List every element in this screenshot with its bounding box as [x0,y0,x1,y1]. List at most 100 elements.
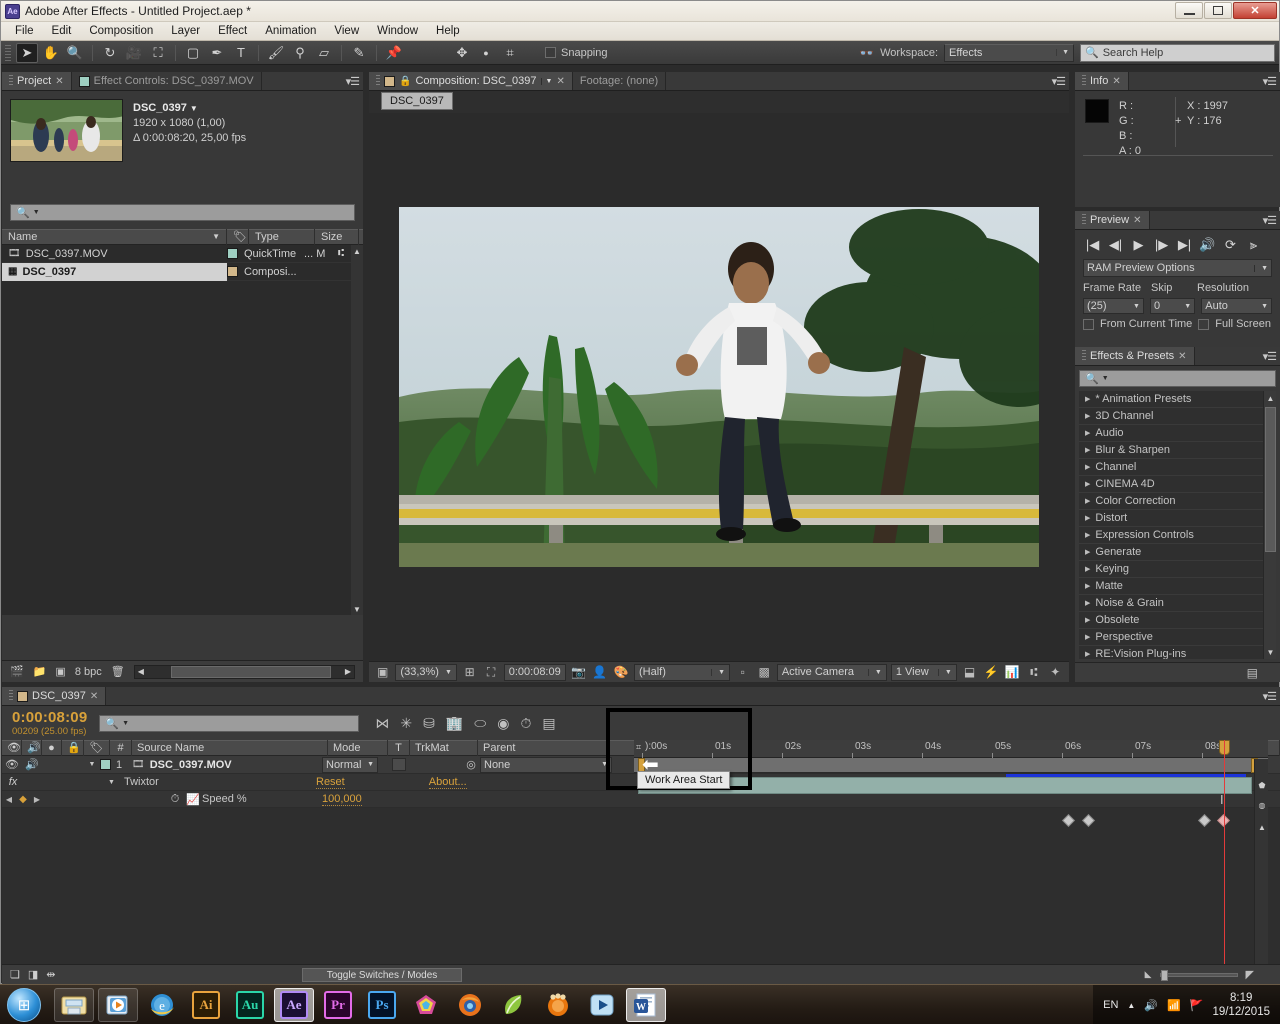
panel-menu-icon[interactable]: ▾☰ [346,75,359,88]
snapping-option[interactable]: Snapping [545,47,608,59]
first-frame-icon[interactable]: |◀ [1083,236,1102,253]
layer-source[interactable]: 🎞 DSC_0397.MOV [132,759,322,771]
menu-window[interactable]: Window [369,23,426,39]
layer-trkmat-box[interactable] [392,758,406,771]
ram-preview-icon[interactable]: ⫸ [1244,236,1263,253]
project-vertical-scrollbar[interactable]: ▲ ▼ [351,245,363,615]
taskbar-video-player[interactable] [582,988,622,1022]
language-indicator[interactable]: EN [1103,999,1118,1011]
close-icon[interactable]: ✕ [1112,76,1120,87]
choose-grid-icon[interactable]: ⊞ [461,664,478,681]
composition-viewer[interactable] [369,113,1069,661]
list-item[interactable]: ▶Generate [1079,544,1276,561]
taskbar-adobe-illustrator[interactable]: Ai [186,988,226,1022]
shy-layers-icon[interactable]: ⏱ [520,715,531,732]
list-item[interactable]: ▶Blur & Sharpen [1079,442,1276,459]
keyframe-marker[interactable] [1082,814,1095,827]
pan-behind-tool-icon[interactable]: ⛶ [147,43,169,63]
motion-blur-switch-icon[interactable]: ◍ [1256,799,1268,812]
region-of-interest-icon[interactable]: ⛶ [482,664,499,681]
pen-tool-icon[interactable]: ✒ [206,43,228,63]
list-item[interactable]: ▶Keying [1079,561,1276,578]
panel-menu-icon[interactable]: ▾☰ [1052,75,1065,88]
graph-icon[interactable]: 📈 [184,793,202,806]
play-icon[interactable]: ▶ [1129,236,1148,253]
list-item[interactable]: ▶RE:Vision Plug-ins [1079,646,1276,659]
breadcrumb-chip[interactable]: DSC_0397 [381,92,453,110]
tab-effects-presets[interactable]: Effects & Presets ✕ [1075,347,1195,365]
list-item[interactable]: ▶Noise & Grain [1079,595,1276,612]
list-item[interactable]: ▶Color Correction [1079,493,1276,510]
scroll-up-icon[interactable]: ▲ [1256,821,1268,834]
chevron-right-icon[interactable]: ▶ [1085,599,1090,607]
list-item[interactable]: ▶Perspective [1079,629,1276,646]
close-icon[interactable]: ✕ [90,691,98,702]
type-tool-icon[interactable]: T [230,43,252,63]
close-icon[interactable]: ✕ [55,76,63,87]
menu-view[interactable]: View [326,23,367,39]
eraser-tool-icon[interactable]: ▱ [313,43,335,63]
layer-audio-toggle-icon[interactable]: 🔊 [22,758,42,771]
live-update-icon[interactable]: ◉ [497,715,509,732]
project-row-name-cell[interactable]: 🎞 DSC_0397.MOV [2,245,227,263]
table-row[interactable]: ▦ DSC_0397 Composi... [2,263,363,281]
chevron-right-icon[interactable]: ▶ [1085,497,1090,505]
network-icon[interactable]: 📶 [1167,999,1181,1012]
panel-menu-icon[interactable]: ▾☰ [1263,75,1276,88]
taskbar-adobe-premiere[interactable]: Pr [318,988,358,1022]
expand-layer-icon[interactable]: ▼ [84,761,100,768]
viewer-timecode[interactable]: 0:00:08:09 [504,664,566,681]
chevron-down-icon[interactable]: ▼ [190,104,198,113]
audio-icon[interactable]: 🔊 [22,740,42,756]
effect-about-link[interactable]: About... [429,776,467,789]
resolution-select[interactable]: (Half) ▼ [634,664,730,681]
taskbar-kmplayer[interactable] [494,988,534,1022]
chevron-right-icon[interactable]: ▶ [1085,395,1090,403]
chevron-right-icon[interactable]: ▶ [1085,616,1090,624]
taskbar-windows-explorer[interactable] [54,988,94,1022]
column-name[interactable]: Name▼ [2,229,227,245]
scroll-up-icon[interactable]: ▲ [1264,391,1276,405]
chevron-right-icon[interactable]: ▶ [1085,514,1090,522]
chevron-right-icon[interactable]: ▶ [1085,463,1090,471]
camera-tool-icon[interactable]: 🎥 [123,43,145,63]
snapping-toggle-icon[interactable]: ⌗ [499,43,521,63]
menu-edit[interactable]: Edit [44,23,80,39]
brush-tool-icon[interactable]: 🖌 [265,43,287,63]
panel-menu-icon[interactable]: ▾☰ [1263,350,1276,363]
show-hidden-icons-arrow[interactable]: ▲ [1127,1001,1135,1010]
keyframe-marker[interactable] [1198,814,1211,827]
menu-animation[interactable]: Animation [257,23,324,39]
effects-category-list[interactable]: ▶* Animation Presets ▶3D Channel ▶Audio … [1079,391,1276,659]
chevron-right-icon[interactable]: ▶ [1085,650,1090,658]
layer-label-swatch[interactable] [100,759,111,770]
chevron-down-icon[interactable]: ▼ [541,78,553,85]
label-swatch[interactable] [227,266,238,277]
keyframe-marker[interactable] [1062,814,1075,827]
timeline-search-input[interactable]: 🔍 ▼ [99,715,359,732]
chevron-right-icon[interactable]: ▶ [1085,412,1090,420]
list-item[interactable]: ▶Channel [1079,459,1276,476]
next-frame-icon[interactable]: |▶ [1152,236,1171,253]
property-value[interactable]: 100,000 [322,793,362,806]
project-settings-icon[interactable]: ▣ [55,665,65,678]
lock-icon[interactable]: 🔒 [399,76,411,87]
resolution-select[interactable]: Auto ▼ [1201,298,1272,314]
fx-icon[interactable]: fx [2,776,24,788]
keyframe-track[interactable] [634,812,1268,832]
close-icon[interactable]: ✕ [1133,215,1141,226]
chevron-right-icon[interactable]: ▶ [1085,480,1090,488]
show-snapshot-icon[interactable]: 👤 [591,664,608,681]
label-swatch[interactable] [227,248,238,259]
show-channel-icon[interactable]: 🎨 [613,664,630,681]
puppet-pin-tool-icon[interactable]: 📌 [383,43,405,63]
shape-tool-icon[interactable]: ▢ [182,43,204,63]
scroll-down-icon[interactable]: ▼ [1264,645,1276,659]
minimize-button[interactable] [1175,2,1203,19]
dropdown-arrow-icon[interactable]: ▼ [33,209,40,216]
panel-menu-icon[interactable]: ▾☰ [1263,690,1276,703]
effects-vertical-scrollbar[interactable]: ▲ ▼ [1263,391,1276,659]
tab-footage[interactable]: Footage: (none) [573,72,666,90]
selection-tool-icon[interactable]: ➤ [16,43,38,63]
keyframe-toggle-icon[interactable]: ◆ [16,794,30,805]
